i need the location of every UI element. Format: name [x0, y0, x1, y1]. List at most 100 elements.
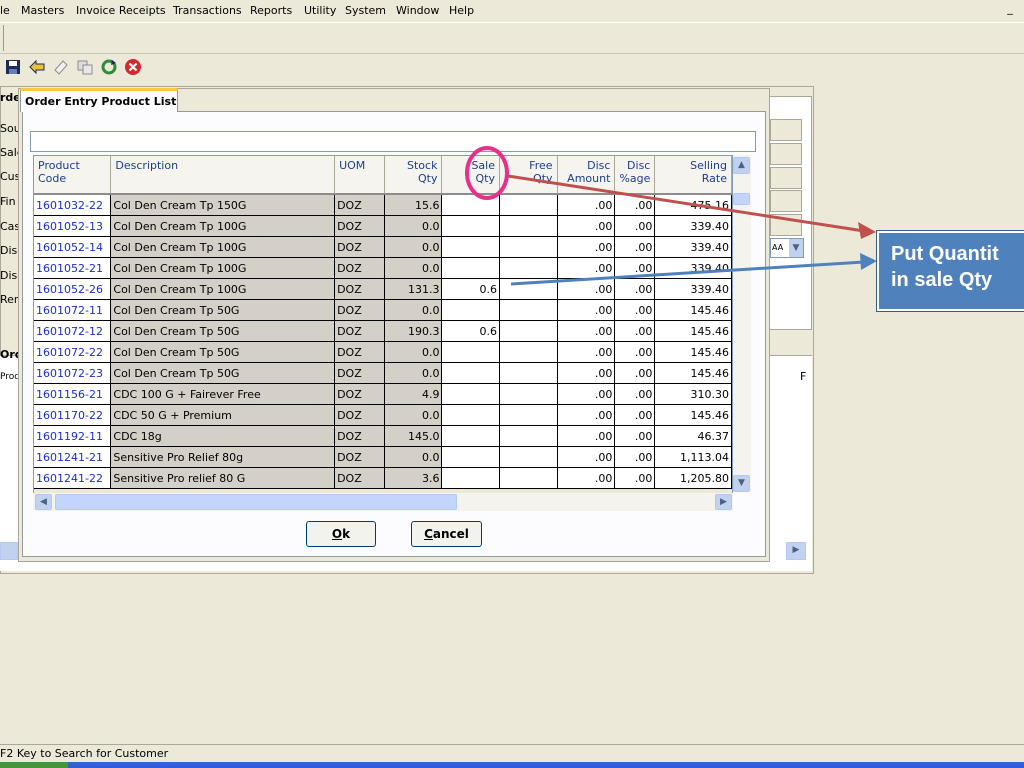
table-row[interactable]: 1601052-26 Col Den Cream Tp 100G DOZ 131.3 0… [34, 278, 732, 300]
column-header-code[interactable]: Product Code [34, 156, 112, 195]
column-header-uom[interactable]: UOM [334, 156, 385, 195]
refresh-icon[interactable] [100, 58, 118, 76]
cancel-button[interactable]: Cancel [411, 521, 482, 547]
horizontal-scroll-thumb[interactable] [55, 494, 457, 510]
cell-free[interactable] [499, 341, 558, 363]
cell-free[interactable] [499, 299, 558, 321]
cell-free[interactable] [499, 383, 558, 405]
cell-free[interactable] [499, 425, 558, 447]
cell-free[interactable] [499, 278, 558, 300]
save-icon[interactable] [4, 58, 22, 76]
table-row[interactable]: 1601072-22 Col Den Cream Tp 50G DOZ 0.0 .00.… [34, 341, 732, 363]
cell-rate: 1,113.04 [654, 446, 732, 468]
scroll-right-icon[interactable]: ▶ [715, 494, 732, 510]
menu-file[interactable]: le [0, 4, 10, 17]
chevron-down-icon[interactable]: ▼ [789, 239, 803, 257]
table-row[interactable]: 1601052-21 Col Den Cream Tp 100G DOZ 0.0 .00… [34, 257, 732, 279]
cell-sale[interactable] [441, 215, 500, 237]
scroll-left-icon[interactable]: ◀ [35, 494, 52, 510]
cell-desc: CDC 100 G + Fairever Free [110, 383, 336, 405]
cell-sale[interactable] [441, 341, 500, 363]
tab-order-entry-product-list[interactable]: Order Entry Product List [20, 88, 178, 112]
cell-code: 1601241-22 [34, 467, 112, 489]
cell-sale[interactable] [441, 467, 500, 489]
minimize-button[interactable]: _ [1002, 2, 1018, 18]
menu-window[interactable]: Window [396, 4, 439, 17]
column-header-free[interactable]: Free Qty [499, 156, 558, 195]
start-button[interactable] [0, 762, 68, 768]
cell-free[interactable] [499, 320, 558, 342]
table-row[interactable]: 1601072-12 Col Den Cream Tp 50G DOZ 190.3 0.… [34, 320, 732, 342]
cell-stock: 0.0 [384, 404, 443, 426]
cell-disc-pct: .00 [614, 446, 656, 468]
cell-sale[interactable] [441, 383, 500, 405]
column-header-disc_amt[interactable]: Disc Amount [557, 156, 616, 195]
cell-free[interactable] [499, 215, 558, 237]
bg-field-2[interactable] [770, 167, 802, 189]
cell-free[interactable] [499, 194, 558, 216]
column-header-sale[interactable]: Sale Qty [441, 156, 500, 195]
eraser-icon[interactable] [52, 58, 70, 76]
table-row[interactable]: 1601192-11 CDC 18g DOZ 145.0.00.00 46.37 [34, 425, 732, 447]
close-icon[interactable] [124, 58, 142, 76]
column-header-stock[interactable]: Stock Qty [384, 156, 443, 195]
table-row[interactable]: 1601032-22 Col Den Cream Tp 150G DOZ 15.6 .0… [34, 194, 732, 216]
cell-sale[interactable] [441, 404, 500, 426]
table-row[interactable]: 1601052-14 Col Den Cream Tp 100G DOZ 0.0 .00… [34, 236, 732, 258]
cell-desc: Sensitive Pro Relief 80g [110, 446, 336, 468]
vertical-scrollbar[interactable]: ▲ ▼ [733, 155, 751, 492]
scroll-down-icon[interactable]: ▼ [733, 475, 750, 492]
table-row[interactable]: 1601072-11 Col Den Cream Tp 50G DOZ 0.0 .00.… [34, 299, 732, 321]
menu-system[interactable]: System [345, 4, 386, 17]
bg-scroll-left-edge[interactable] [0, 542, 18, 560]
bg-combo[interactable]: AA ▼ [770, 238, 804, 258]
column-header-label: Selling [690, 159, 727, 172]
bg-scroll-right-icon[interactable]: ▶ [786, 542, 806, 560]
cell-sale[interactable] [441, 446, 500, 468]
back-icon[interactable] [28, 58, 46, 76]
copy-icon[interactable] [76, 58, 94, 76]
menu-utility[interactable]: Utility [304, 4, 336, 17]
cell-sale[interactable] [441, 362, 500, 384]
horizontal-scrollbar[interactable]: ◀ ▶ [33, 493, 733, 511]
menu-transactions[interactable]: Transactions [173, 4, 242, 17]
bg-spin-2[interactable] [770, 190, 802, 212]
cell-free[interactable] [499, 236, 558, 258]
cell-sale[interactable] [441, 236, 500, 258]
cell-sale[interactable] [441, 194, 500, 216]
cell-free[interactable] [499, 446, 558, 468]
table-row[interactable]: 1601241-21 Sensitive Pro Relief 80g DOZ 0.0… [34, 446, 732, 468]
column-header-disc_pct[interactable]: Disc %age [614, 156, 656, 195]
table-row[interactable]: 1601072-23 Col Den Cream Tp 50G DOZ 0.0 .00.… [34, 362, 732, 384]
bg-field-3[interactable] [770, 214, 802, 236]
table-row[interactable]: 1601241-22 Sensitive Pro relief 80 G DOZ 3.… [34, 467, 732, 489]
cell-sale[interactable]: 0.6 [441, 278, 500, 300]
column-header-sublabel: Qty [417, 172, 438, 185]
cell-free[interactable] [499, 467, 558, 489]
menu-help[interactable]: Help [449, 4, 474, 17]
cell-free[interactable] [499, 362, 558, 384]
cell-free[interactable] [499, 257, 558, 279]
column-header-desc[interactable]: Description [110, 156, 336, 195]
cell-free[interactable] [499, 404, 558, 426]
bg-field-1[interactable] [770, 143, 802, 165]
vertical-scroll-thumb[interactable] [733, 193, 750, 205]
scroll-up-icon[interactable]: ▲ [733, 157, 750, 174]
search-input[interactable] [30, 131, 756, 152]
cell-sale[interactable]: 0.6 [441, 320, 500, 342]
table-row[interactable]: 1601170-22 CDC 50 G + Premium DOZ 0.0 .00.00… [34, 404, 732, 426]
menu-masters[interactable]: Masters [21, 4, 64, 17]
bg-right-header: F [800, 370, 807, 383]
menu-reports[interactable]: Reports [250, 4, 292, 17]
table-row[interactable]: 1601052-13 Col Den Cream Tp 100G DOZ 0.0 .00… [34, 215, 732, 237]
secondary-bar [0, 23, 1024, 54]
column-header-rate[interactable]: Selling Rate [654, 156, 732, 195]
cell-sale[interactable] [441, 425, 500, 447]
cell-sale[interactable] [441, 257, 500, 279]
cell-sale[interactable] [441, 299, 500, 321]
menu-invoice-receipts[interactable]: Invoice Receipts [76, 4, 166, 17]
cell-desc: CDC 50 G + Premium [110, 404, 336, 426]
bg-spin-1[interactable] [770, 119, 802, 141]
ok-button[interactable]: Ok [306, 521, 376, 547]
table-row[interactable]: 1601156-21 CDC 100 G + Fairever Free DOZ 4.… [34, 383, 732, 405]
